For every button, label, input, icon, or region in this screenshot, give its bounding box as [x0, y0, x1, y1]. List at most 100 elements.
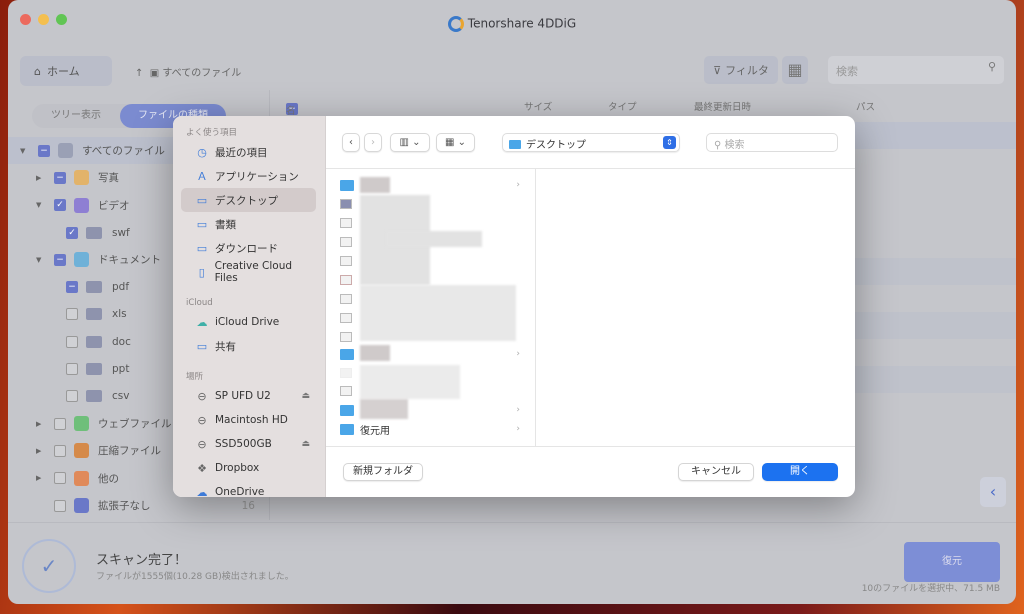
selection-info: 10のファイルを選択中、71.5 MB: [861, 584, 1000, 594]
folder-icon: ▭: [196, 217, 208, 231]
filter-icon: ⊽: [713, 63, 722, 77]
home-button[interactable]: ⌂ ホーム: [20, 56, 112, 86]
home-icon: ⌂: [34, 64, 41, 78]
checkbox[interactable]: −: [54, 253, 66, 266]
sidebar-item-label: 共有: [215, 340, 236, 353]
tree-item-label: ウェブファイル: [98, 418, 172, 431]
stepper-icon: ⇕: [663, 136, 676, 149]
sidebar-item-label: SSD500GB: [215, 438, 272, 450]
sidebar-item[interactable]: ⊖ SSD500GB ⏏: [181, 432, 316, 456]
breadcrumb[interactable]: ↑ ▣ すべてのファイル: [135, 64, 241, 79]
drive-icon: [58, 143, 73, 159]
checkbox[interactable]: [54, 499, 66, 512]
checkbox[interactable]: [66, 335, 78, 348]
checkbox[interactable]: [66, 363, 78, 376]
folder-icon: [509, 140, 521, 149]
tree-item-label: ドキュメント: [98, 254, 161, 267]
sidebar-section-header: よく使う項目: [186, 128, 238, 138]
folder-icon: [86, 390, 102, 403]
sidebar-item[interactable]: ☁ OneDrive: [181, 480, 316, 498]
column-modified[interactable]: 最終更新日時: [694, 99, 751, 113]
open-button[interactable]: 開く: [762, 463, 838, 481]
dialog-search-input[interactable]: ⚲ 検索: [706, 133, 838, 152]
drive-icon: ⊖: [197, 389, 207, 403]
group-view-button[interactable]: ▦ ⌄: [436, 133, 475, 152]
category-icon: [74, 416, 89, 432]
grid-view-button[interactable]: ▦: [782, 56, 808, 84]
sidebar-item-label: Macintosh HD: [215, 414, 288, 426]
app-logo-icon: [447, 16, 464, 32]
checkbox[interactable]: −: [54, 171, 66, 184]
sidebar-item[interactable]: ▭ デスクトップ: [181, 188, 316, 212]
document-icon: ▯: [198, 265, 205, 279]
tree-item-label: doc: [112, 335, 131, 348]
disclosure-open-icon[interactable]: ▼: [20, 147, 30, 155]
sidebar-item[interactable]: ▭ 書類: [181, 212, 316, 236]
new-folder-button[interactable]: 新規フォルダ: [343, 463, 423, 481]
sidebar-item[interactable]: ▭ ダウンロード: [181, 236, 316, 260]
sidebar-item[interactable]: ❖ Dropbox: [181, 456, 316, 480]
column-view-button[interactable]: ▥ ⌄: [390, 133, 430, 152]
folder-icon: [86, 335, 102, 348]
eject-icon[interactable]: ⏏: [301, 391, 310, 401]
tree-item-label: 他の: [98, 472, 119, 485]
checkbox[interactable]: [66, 308, 78, 321]
cancel-button[interactable]: キャンセル: [678, 463, 754, 481]
title-bar: Tenorshare 4DDiG: [8, 0, 1016, 48]
eject-icon[interactable]: ⏏: [301, 439, 310, 449]
tree-item-label: 拡張子なし: [98, 500, 151, 512]
filter-button[interactable]: ⊽ フィルタ: [704, 56, 778, 84]
sidebar-item-label: 書類: [215, 218, 236, 231]
checkbox[interactable]: −: [66, 281, 78, 294]
cloud-icon: ☁: [196, 315, 208, 329]
sidebar-item-label: SP UFD U2: [215, 390, 271, 402]
checkbox[interactable]: ✓: [66, 226, 78, 239]
app-icon: Ａ: [196, 170, 208, 183]
sidebar-item-label: Dropbox: [215, 462, 260, 474]
forward-button[interactable]: ›: [364, 133, 382, 152]
sidebar-item[interactable]: Ａ アプリケーション: [181, 164, 316, 188]
tree-item-label: swf: [112, 226, 130, 239]
file-column: › › › 復元用 ›: [326, 169, 536, 446]
disclosure-closed-icon[interactable]: ▶: [36, 174, 46, 182]
checkbox[interactable]: ✓: [54, 199, 66, 212]
column-type[interactable]: タイプ: [608, 99, 637, 113]
sidebar-item[interactable]: ▯ Creative Cloud Files: [181, 260, 316, 284]
back-button[interactable]: ‹: [342, 133, 360, 152]
column-size[interactable]: サイズ: [524, 99, 552, 113]
disclosure-open-icon[interactable]: ▼: [36, 256, 46, 264]
tree-item-label: pdf: [112, 281, 130, 294]
sidebar-item[interactable]: ▭ 共有: [181, 334, 316, 358]
folder-icon: [86, 363, 102, 376]
tree-item-label: すべてのファイル: [82, 145, 165, 158]
sidebar-section-header: iCloud: [186, 298, 213, 308]
location-popup[interactable]: デスクトップ ⇕: [502, 133, 680, 152]
disclosure-closed-icon[interactable]: ▶: [36, 474, 46, 482]
folder-icon: ▭: [196, 241, 208, 255]
checkbox[interactable]: [66, 390, 78, 403]
list-item-restore-folder[interactable]: 復元用 ›: [340, 421, 520, 437]
sidebar-item-label: iCloud Drive: [215, 316, 280, 328]
checkbox[interactable]: [54, 472, 66, 485]
disclosure-closed-icon[interactable]: ▶: [36, 447, 46, 455]
folder-icon: [86, 281, 102, 294]
search-input[interactable]: 検索 ⚲: [828, 56, 1004, 84]
sidebar-item[interactable]: ☁ iCloud Drive: [181, 310, 316, 334]
sidebar-item[interactable]: ⊖ Macintosh HD: [181, 408, 316, 432]
item-count: 16: [241, 499, 255, 512]
drive-icon: ⊖: [197, 437, 207, 451]
sidebar-item[interactable]: ◷ 最近の項目: [181, 140, 316, 164]
checkbox[interactable]: −: [38, 144, 50, 157]
disclosure-closed-icon[interactable]: ▶: [36, 420, 46, 428]
sidebar-section-header: 場所: [186, 372, 204, 382]
disclosure-open-icon[interactable]: ▼: [36, 201, 46, 209]
sidebar-item-label: OneDrive: [215, 486, 265, 497]
checkbox[interactable]: [54, 444, 66, 457]
collapse-panel-button[interactable]: ‹: [980, 477, 1006, 507]
recover-button[interactable]: 復元: [904, 542, 1000, 582]
open-file-dialog: よく使う項目 ◷ 最近の項目 Ａ アプリケーション ▭ デスクトップ ▭ 書類 ▭ ダウンロード ▯ C…: [173, 116, 855, 497]
tab-tree-view[interactable]: ツリー表示: [32, 104, 120, 128]
column-path[interactable]: パス: [856, 99, 875, 113]
checkbox[interactable]: [54, 417, 66, 430]
sidebar-item[interactable]: ⊖ SP UFD U2 ⏏: [181, 384, 316, 408]
